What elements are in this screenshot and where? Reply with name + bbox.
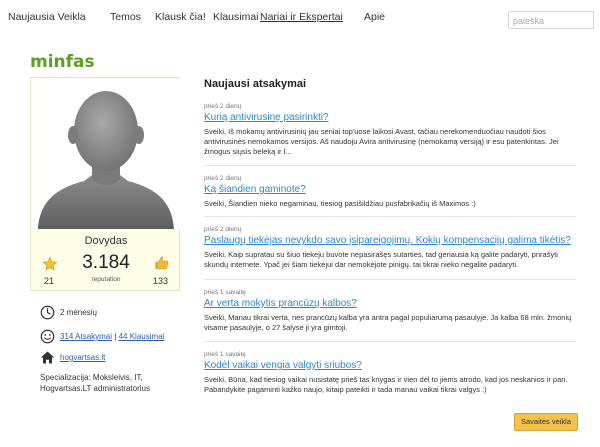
answer-question-link[interactable]: Ką šiandien gaminote?: [204, 184, 576, 196]
answer-body: Sveiki, Šiandien nieko negaminau, tiesio…: [204, 199, 476, 208]
clock-icon: [40, 305, 55, 320]
answers-link[interactable]: 314 Atsakymai: [60, 332, 112, 341]
nav-item-klausimai[interactable]: Klausimai: [213, 11, 259, 23]
answer-time: prieš 2 dienų: [204, 103, 242, 110]
answer-item: prieš 1 savaitę Ar verta mokytis prancūz…: [204, 289, 576, 333]
website-link[interactable]: hogvartsas.lt: [60, 353, 105, 362]
divider: [204, 216, 576, 217]
thumbs-up-icon: [155, 256, 169, 270]
link-separator: |: [114, 332, 117, 341]
nav-item-klausk[interactable]: Klausk čia!: [155, 11, 206, 23]
divider: [204, 279, 576, 280]
member-since-text: 2 mėnesių: [60, 308, 97, 317]
answer-body: Sveiki, Būna, kad tiesiog vaikai nusista…: [204, 375, 568, 394]
questions-link[interactable]: 44 Klausimai: [119, 332, 165, 341]
search-input[interactable]: [513, 14, 591, 27]
answer-time: prieš 1 savaitę: [204, 351, 246, 358]
answer-item: prieš 2 dienų Kurią antivirusinę pasirin…: [204, 103, 576, 157]
nav-item-nariai-ir-ekspertai[interactable]: Nariai ir Ekspertai: [260, 11, 343, 23]
answer-body: Sveiki, Kaip supratau su šiuo tiekėju bu…: [204, 250, 558, 269]
avatar: [32, 79, 180, 229]
recent-answers-title: Naujausi atsakymai: [204, 78, 307, 90]
answer-time: prieš 1 savaitę: [204, 289, 246, 296]
nav-item-apie[interactable]: Apie: [364, 11, 385, 23]
profile-display-name: Dovydas: [84, 235, 128, 247]
divider: [204, 341, 576, 342]
weekly-activity-button[interactable]: Savaitės veikla: [514, 413, 578, 431]
top-navigation: Naujausia Veikla Temos Klausk čia! Klaus…: [0, 0, 600, 36]
answer-body: Sveiki, Iš mokamų antivirusinių jau seni…: [204, 127, 559, 156]
search-box: [508, 11, 594, 29]
nav-item-naujausia-veikla[interactable]: Naujausia Veikla: [8, 11, 86, 23]
divider: [204, 165, 576, 166]
nav-item-temos[interactable]: Temos: [110, 11, 141, 23]
answer-time: prieš 2 dienų: [204, 226, 242, 233]
specialization-text: Specializacija: Moksleivis, IT, Hogvarts…: [40, 373, 150, 393]
answer-question-link[interactable]: Kodėl vaikai vengia valgyti sriubos?: [204, 360, 576, 372]
answer-item: prieš 2 dienų Ką šiandien gaminote? Svei…: [204, 175, 576, 209]
answer-question-link[interactable]: Ar verta mokytis prancūzų kalbos?: [204, 298, 576, 310]
answer-item: prieš 1 savaitę Kodėl vaikai vengia valg…: [204, 351, 576, 395]
answer-body: Sveiki, Manau tikrai verta, nes prancūzų…: [204, 313, 572, 332]
profile-card: Dovydas 3.184 21 reputation 133: [30, 77, 180, 291]
home-icon: [40, 351, 55, 364]
answer-question-link[interactable]: Kurią antivirusinę pasirinkti?: [204, 112, 576, 124]
smiley-icon: [40, 329, 55, 344]
answer-item: prieš 2 dienų Paslaugų tiekėjas nevykdo …: [204, 226, 576, 270]
default-avatar-icon: [38, 91, 174, 229]
profile-username: minfas: [30, 52, 95, 72]
answer-time: prieš 2 dienų: [204, 175, 242, 182]
activity-links: 314 Atsakymai | 44 Klausimai: [60, 332, 164, 341]
answer-question-link[interactable]: Paslaugų tiekėjas nevykdo savo įsipareig…: [204, 235, 576, 247]
likes-count: 133: [153, 276, 169, 286]
